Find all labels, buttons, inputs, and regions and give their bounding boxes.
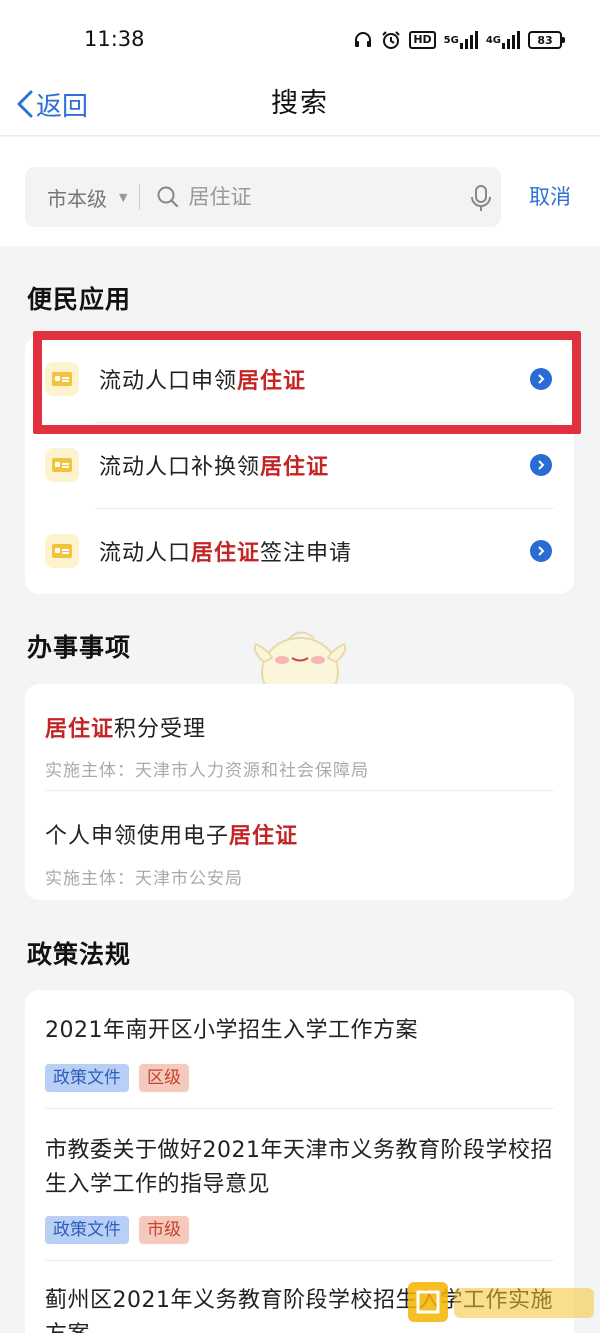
- apps-card: 流动人口申领居住证 流动人口补换领居住证 流动人口居住证签注申请: [25, 336, 574, 594]
- matter-title: 居住证积分受理: [45, 717, 207, 742]
- search-box: 市本级 ▼: [25, 167, 501, 227]
- policy-type-tag: 政策文件: [45, 1216, 129, 1244]
- app-item[interactable]: 流动人口居住证签注申请: [25, 508, 574, 594]
- section-title-apps: 便民应用: [27, 285, 132, 314]
- hd-icon: HD: [409, 29, 436, 51]
- section-title-matters: 办事事项: [27, 633, 132, 662]
- alarm-icon: [381, 29, 401, 51]
- scope-select[interactable]: 市本级 ▼: [25, 167, 127, 227]
- policy-title: 市教委关于做好2021年天津市义务教育阶段学校招生入学工作的指导意见: [45, 1138, 553, 1197]
- app-label: 流动人口申领居住证: [99, 369, 307, 394]
- app-label: 流动人口居住证签注申请: [99, 541, 353, 566]
- matter-item[interactable]: 居住证积分受理 实施主体：天津市人力资源和社会保障局: [25, 684, 574, 790]
- section-title-policy: 政策法规: [27, 940, 132, 969]
- search-area: 市本级 ▼ 取消: [0, 137, 600, 246]
- watermark-logo: [408, 1282, 594, 1322]
- search-divider: [139, 184, 141, 210]
- battery-icon: 83: [528, 29, 565, 51]
- status-icons: HD 5G 4G 83: [353, 28, 565, 52]
- status-bar: 11:38 HD 5G 4G 83: [0, 0, 600, 80]
- id-card-icon: [45, 362, 79, 396]
- policy-title: 2021年南开区小学招生入学工作方案: [45, 1018, 418, 1043]
- chevron-right-icon: [530, 454, 552, 476]
- headphones-icon: [353, 29, 373, 51]
- app-item[interactable]: 流动人口申领居住证: [25, 336, 574, 422]
- 5g-signal-icon: 5G: [444, 29, 478, 51]
- policy-level-tag: 市级: [139, 1216, 189, 1244]
- policy-item[interactable]: 市教委关于做好2021年天津市义务教育阶段学校招生入学工作的指导意见 政策文件 …: [25, 1108, 574, 1260]
- app-label: 流动人口补换领居住证: [99, 455, 330, 480]
- chevron-right-icon: [530, 540, 552, 562]
- id-card-icon: [45, 448, 79, 482]
- caret-down-icon: ▼: [119, 190, 128, 204]
- status-time: 11:38: [84, 27, 145, 51]
- cancel-button[interactable]: 取消: [529, 181, 571, 211]
- matter-subtitle: 实施主体：天津市人力资源和社会保障局: [45, 761, 369, 781]
- chevron-right-icon: [530, 368, 552, 390]
- policy-type-tag: 政策文件: [45, 1064, 129, 1092]
- 4g-signal-icon: 4G: [486, 29, 520, 51]
- search-input[interactable]: [188, 185, 449, 209]
- scope-label: 市本级: [47, 186, 107, 211]
- app-item[interactable]: 流动人口补换领居住证: [25, 422, 574, 508]
- microphone-icon[interactable]: [467, 183, 495, 213]
- matters-card: 居住证积分受理 实施主体：天津市人力资源和社会保障局 个人申领使用电子居住证 实…: [25, 684, 574, 900]
- search-icon: [157, 186, 179, 208]
- matter-item[interactable]: 个人申领使用电子居住证 实施主体：天津市公安局: [25, 790, 574, 900]
- matter-subtitle: 实施主体：天津市公安局: [45, 869, 243, 889]
- policy-item[interactable]: 2021年南开区小学招生入学工作方案 政策文件 区级: [25, 990, 574, 1108]
- id-card-icon: [45, 534, 79, 568]
- nav-bar: 返回 搜索: [0, 80, 600, 136]
- policy-level-tag: 区级: [139, 1064, 189, 1092]
- matter-title: 个人申领使用电子居住证: [45, 824, 299, 849]
- page-title: 搜索: [271, 88, 329, 119]
